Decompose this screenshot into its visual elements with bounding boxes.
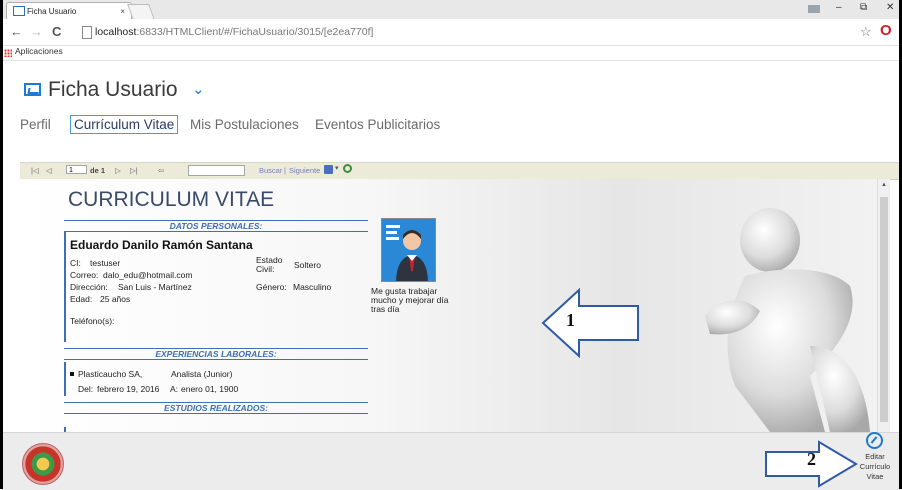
edit-cv-button[interactable]: Editar Currículo Vitae bbox=[855, 452, 895, 482]
gender-value: Masculino bbox=[293, 282, 332, 292]
user-photo-icon bbox=[382, 219, 435, 281]
back-to-parent-icon[interactable]: ⇦ bbox=[158, 166, 164, 175]
address-value: San Luis - Martínez bbox=[118, 282, 192, 292]
avatar bbox=[381, 218, 436, 282]
age-label: Edad: bbox=[70, 294, 93, 304]
page-favicon-icon bbox=[13, 6, 25, 16]
job-position: Analista (Junior) bbox=[171, 369, 233, 379]
to-label: A: bbox=[170, 384, 179, 394]
edit-cv-label-2: Currículo bbox=[859, 462, 891, 471]
close-window-icon[interactable]: ✕ bbox=[886, 2, 894, 13]
reload-icon[interactable]: C bbox=[52, 24, 61, 39]
full-name: Eduardo Danilo Ramón Santana bbox=[70, 238, 253, 252]
company-name: Plasticaucho SA, bbox=[78, 369, 143, 379]
tab-perfil[interactable]: Perfil bbox=[20, 117, 51, 132]
email-value: dalo_edu@hotmail.com bbox=[103, 270, 193, 280]
tab-curriculum-vitae[interactable]: Currículum Vitae bbox=[70, 115, 179, 134]
back-icon[interactable]: ← bbox=[10, 24, 23, 39]
chart-icon bbox=[24, 83, 41, 96]
cv-title: CURRICULUM VITAE bbox=[68, 188, 275, 211]
apps-bookmark-label[interactable]: Aplicaciones bbox=[15, 46, 63, 56]
opera-icon[interactable]: O bbox=[880, 22, 892, 39]
experience-left-rule bbox=[64, 362, 66, 396]
edit-cv-label-1: Editar bbox=[865, 452, 885, 461]
export-save-icon[interactable] bbox=[324, 165, 333, 174]
civil-status-label: Estado Civil: bbox=[256, 255, 283, 274]
institution-logo bbox=[22, 443, 64, 485]
gender-label: Género: bbox=[256, 282, 287, 292]
next-page-icon[interactable]: ▷ bbox=[115, 166, 121, 175]
apps-grid-icon[interactable] bbox=[4, 49, 12, 57]
url-field[interactable]: localhost:6833/HTMLClient/#/FichaUsuario… bbox=[95, 24, 845, 40]
window-restore-indicator-icon bbox=[808, 5, 820, 13]
section-experiencias: EXPERIENCIAS LABORALES: bbox=[64, 348, 368, 360]
civil-status-value: Soltero bbox=[294, 260, 321, 270]
ci-value: testuser bbox=[90, 258, 121, 268]
ci-label: CI: bbox=[70, 258, 81, 268]
url-host: localhost bbox=[95, 26, 137, 38]
section-datos-personales: DATOS PERSONALES: bbox=[64, 220, 368, 232]
personal-left-rule bbox=[64, 232, 66, 342]
bookmark-star-icon[interactable]: ☆ bbox=[860, 24, 872, 40]
page-title: Ficha Usuario bbox=[48, 78, 178, 101]
report-scrollbar[interactable]: ▲ bbox=[877, 179, 890, 432]
last-page-icon[interactable]: ▷| bbox=[130, 166, 138, 175]
from-date: febrero 19, 2016 bbox=[97, 384, 160, 394]
page-number-input[interactable]: 1 bbox=[66, 165, 87, 174]
to-date: enero 01, 1900 bbox=[181, 384, 239, 394]
tab-eventos-publicitarios[interactable]: Eventos Publicitarios bbox=[315, 117, 440, 132]
url-path: :6833/HTMLClient/#/FichaUsuario/3015/[e2… bbox=[136, 26, 374, 38]
scrollbar-thumb[interactable] bbox=[880, 197, 888, 422]
forward-icon[interactable]: → bbox=[30, 24, 43, 39]
personal-motto: Me gusta trabajar mucho y mejorar día tr… bbox=[371, 286, 449, 314]
report-toolbar: |◁ ◁ de 1 ▷ ▷| ⇦ Buscar | Siguiente bbox=[20, 162, 902, 180]
age-value: 25 años bbox=[100, 294, 131, 304]
find-next-button[interactable]: Siguiente bbox=[289, 166, 320, 175]
chevron-down-icon[interactable]: ⌄ bbox=[192, 80, 205, 98]
address-label: Dirección: bbox=[70, 282, 108, 292]
bullet-icon bbox=[70, 372, 74, 376]
browser-tab[interactable]: Ficha Usuario × bbox=[6, 2, 132, 20]
edit-pencil-icon[interactable] bbox=[866, 432, 883, 449]
scroll-up-icon[interactable]: ▲ bbox=[881, 182, 887, 188]
tab-mis-postulaciones[interactable]: Mis Postulaciones bbox=[190, 117, 299, 132]
from-label: Del: bbox=[78, 384, 94, 394]
maximize-icon[interactable]: ⧉ bbox=[860, 2, 867, 13]
annotation-label-2: 2 bbox=[807, 449, 816, 469]
toolbar-separator: | bbox=[284, 166, 286, 175]
thinking-figure-image bbox=[705, 208, 870, 432]
prev-page-icon[interactable]: ◁ bbox=[46, 166, 52, 175]
bookmarks-bar bbox=[0, 45, 902, 61]
browser-tab-title: Ficha Usuario bbox=[27, 7, 77, 16]
page-count-label: de 1 bbox=[90, 166, 106, 175]
email-label: Correo: bbox=[70, 270, 99, 280]
first-page-icon[interactable]: |◁ bbox=[31, 166, 39, 175]
find-input[interactable] bbox=[188, 165, 245, 176]
annotation-arrow-left-icon bbox=[541, 288, 639, 358]
edit-cv-label-3: Vitae bbox=[866, 472, 884, 481]
refresh-icon[interactable] bbox=[343, 164, 352, 173]
minimize-icon[interactable]: – bbox=[836, 2, 842, 13]
page-icon bbox=[82, 26, 92, 39]
annotation-label-1: 1 bbox=[566, 310, 575, 330]
tab-close-icon[interactable]: × bbox=[120, 4, 125, 19]
section-estudios: ESTUDIOS REALIZADOS: bbox=[64, 402, 368, 414]
export-dropdown-icon[interactable]: ▾ bbox=[335, 164, 339, 172]
phone-label: Teléfono(s): bbox=[70, 316, 115, 326]
find-button[interactable]: Buscar bbox=[259, 166, 282, 175]
